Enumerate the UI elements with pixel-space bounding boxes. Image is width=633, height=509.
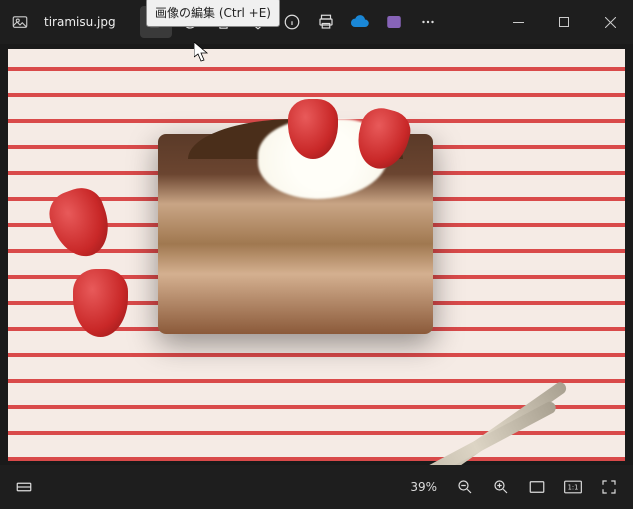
fullscreen-button[interactable]: [593, 471, 625, 503]
more-icon: [419, 13, 437, 31]
maximize-button[interactable]: [541, 6, 587, 38]
zoom-in-button[interactable]: [485, 471, 517, 503]
clipchamp-button[interactable]: [378, 6, 410, 38]
zoom-in-icon: [492, 478, 510, 496]
actual-size-icon: 1:1: [563, 479, 583, 495]
zoom-percent-label[interactable]: 39%: [410, 480, 437, 494]
cloud-icon: [350, 12, 370, 32]
displayed-image: [8, 49, 625, 461]
image-viewport[interactable]: [0, 44, 633, 465]
filmstrip-icon: [15, 478, 33, 496]
print-icon: [317, 13, 335, 31]
print-button[interactable]: [310, 6, 342, 38]
fit-to-window-button[interactable]: [521, 471, 553, 503]
info-button[interactable]: [276, 6, 308, 38]
more-button[interactable]: [412, 6, 444, 38]
close-button[interactable]: [587, 6, 633, 38]
cloud-button[interactable]: [344, 6, 376, 38]
filmstrip-toggle-button[interactable]: [8, 471, 40, 503]
svg-text:1:1: 1:1: [568, 484, 579, 492]
edit-tooltip: 画像の編集 (Ctrl +E): [146, 0, 280, 27]
tooltip-text: 画像の編集 (Ctrl +E): [155, 6, 271, 20]
maximize-icon: [559, 17, 570, 28]
bottombar: 39% 1:1: [0, 465, 633, 509]
fit-window-icon: [528, 478, 546, 496]
photos-app-icon: [8, 10, 32, 34]
zoom-out-icon: [456, 478, 474, 496]
zoom-out-button[interactable]: [449, 471, 481, 503]
clipchamp-icon: [385, 13, 403, 31]
actual-size-button[interactable]: 1:1: [557, 471, 589, 503]
info-icon: [283, 13, 301, 31]
titlebar: 画像の編集 (Ctrl +E) tiramisu.jpg: [0, 0, 633, 44]
window-controls: [495, 6, 633, 38]
close-icon: [605, 17, 616, 28]
fullscreen-icon: [600, 478, 618, 496]
minimize-button[interactable]: [495, 6, 541, 38]
filename-label: tiramisu.jpg: [44, 15, 116, 29]
minimize-icon: [513, 17, 524, 28]
